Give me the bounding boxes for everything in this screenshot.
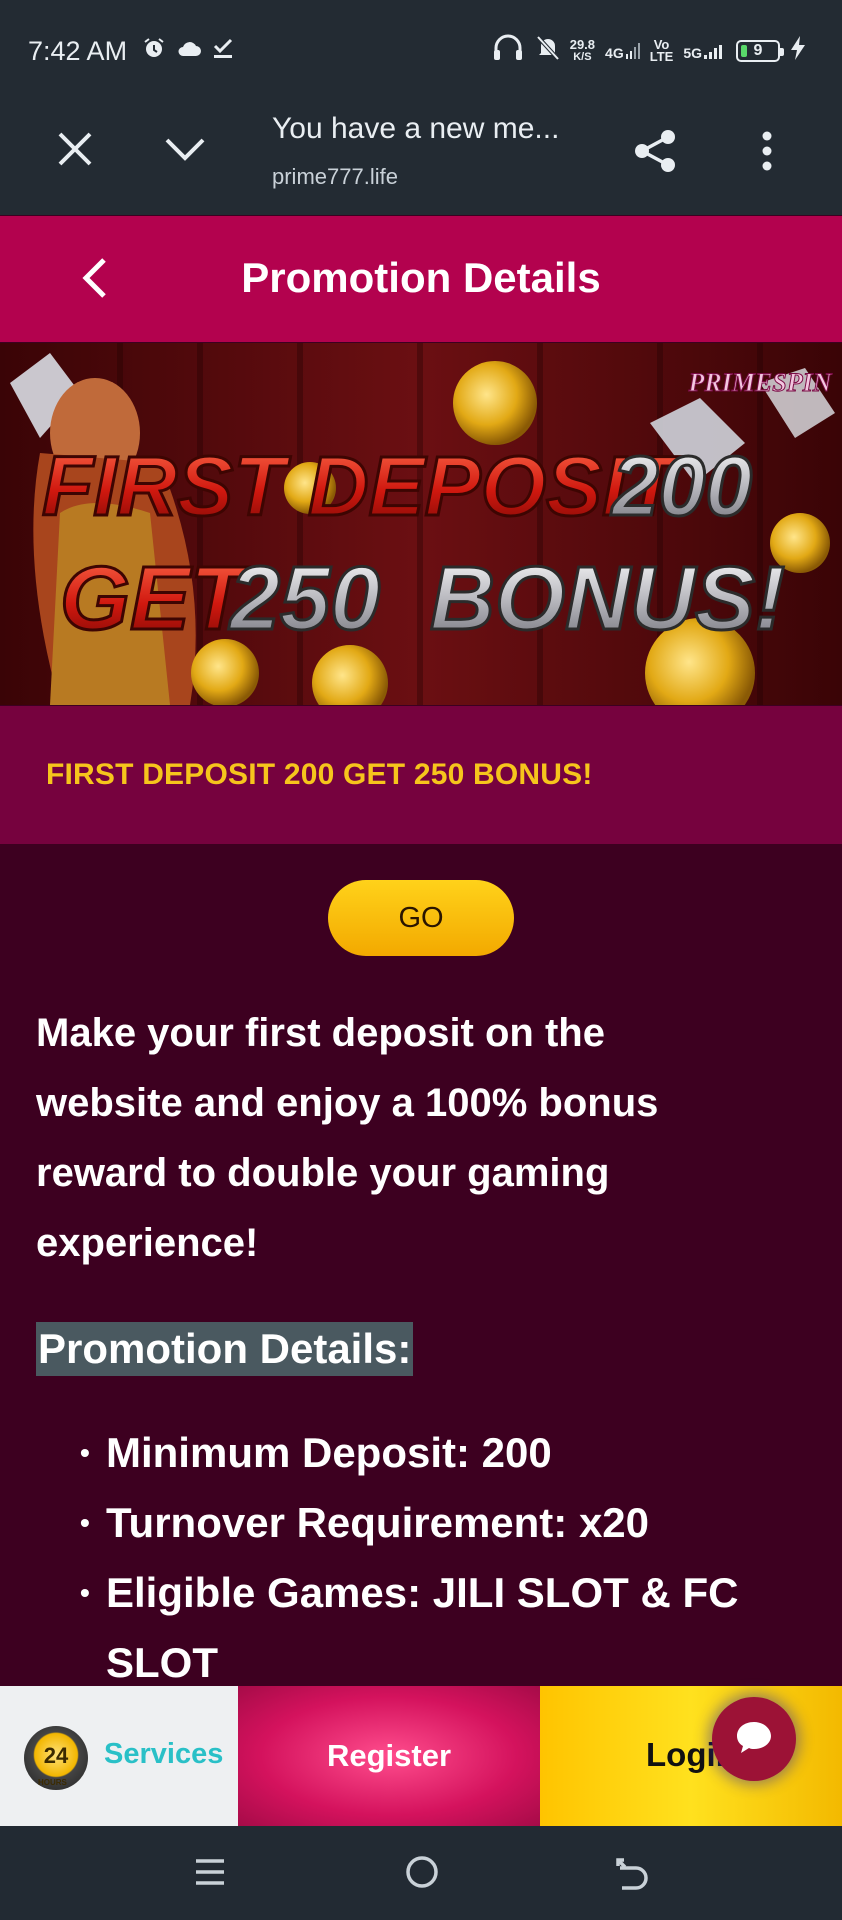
page-url: prime777.life: [272, 164, 398, 189]
page-header: Promotion Details: [0, 216, 842, 342]
network-5g-label: 5G: [683, 44, 702, 61]
banner-artwork: PRIMESPIN FIRST DEPOSIT 200 GET 250 BONU…: [0, 343, 842, 705]
chevron-down-icon[interactable]: [164, 136, 206, 169]
home-icon[interactable]: [404, 1854, 440, 1895]
details-list: Minimum Deposit: 200 Turnover Requiremen…: [80, 1418, 800, 1698]
system-nav-bar: [0, 1826, 842, 1920]
headphones-icon: [492, 34, 526, 67]
promo-headline: FIRST DEPOSIT 200 GET 250 BONUS!: [46, 758, 593, 791]
charging-icon: [790, 36, 806, 65]
promo-content: GO Make your first deposit on the websit…: [0, 844, 842, 1686]
network-speed: 29.8 K/S: [569, 36, 596, 63]
close-icon[interactable]: [56, 130, 94, 173]
promo-intro: Make your first deposit on the website a…: [36, 1011, 659, 1265]
network-4g-label: 4G: [605, 44, 624, 61]
volte-indicator: Vo LTE: [649, 38, 674, 64]
chat-bubble-icon: [734, 1719, 774, 1760]
signal-4g: 4G: [605, 42, 640, 61]
more-vert-icon[interactable]: [760, 130, 774, 177]
chat-button[interactable]: [712, 1697, 796, 1781]
go-button[interactable]: GO: [328, 880, 514, 956]
status-time: 7:42 AM: [28, 36, 128, 66]
battery-level: 9: [753, 41, 763, 59]
services-badge-number: 24: [43, 1743, 69, 1768]
download-done-icon: [212, 37, 234, 64]
register-button[interactable]: Register: [238, 1686, 540, 1826]
promo-headline-strip: FIRST DEPOSIT 200 GET 250 BONUS!: [0, 706, 842, 844]
status-icons-right: 29.8 K/S 4G Vo LTE 5G 9: [492, 34, 806, 67]
banner-line2-number: 250: [228, 549, 380, 649]
login-button[interactable]: Login: [540, 1686, 842, 1826]
banner-line2-tail: BONUS!: [430, 549, 785, 649]
banner-brand: PRIMESPIN: [687, 368, 832, 397]
battery-icon: 9: [736, 39, 784, 62]
details-item-min-deposit: Minimum Deposit: 200: [80, 1418, 800, 1488]
details-heading: Promotion Details:: [36, 1322, 414, 1376]
back-nav-icon[interactable]: [614, 1856, 650, 1895]
alarm-icon: [142, 36, 166, 65]
share-icon[interactable]: [632, 128, 678, 179]
page-title: Promotion Details: [241, 254, 601, 301]
promo-banner: PRIMESPIN FIRST DEPOSIT 200 GET 250 BONU…: [0, 343, 842, 705]
banner-line1-number: 200: [610, 439, 752, 533]
banner-line2-text: GET: [60, 549, 252, 649]
cloud-icon: [176, 38, 202, 63]
banner-line1-text: FIRST DEPOSIT: [42, 439, 683, 533]
services-label: Services: [104, 1738, 224, 1770]
speed-value: 29.8: [569, 36, 596, 52]
mute-icon: [536, 35, 560, 66]
status-icons-left: [142, 36, 234, 65]
browser-chrome: 7:42 AM 29.8 K/S 4G Vo LTE 5G 9 You have…: [0, 0, 842, 215]
signal-5g: 5G: [683, 43, 726, 61]
volte-bottom: LTE: [649, 48, 674, 64]
services-badge-sub: HOURS: [38, 1778, 67, 1787]
details-item-eligible-games: Eligible Games: JILI SLOT & FC SLOT: [80, 1558, 800, 1698]
services-button[interactable]: 24 HOURS Services: [0, 1686, 238, 1826]
tab-title: You have a new me...: [272, 112, 560, 145]
speed-unit: K/S: [573, 50, 592, 63]
details-item-turnover: Turnover Requirement: x20: [80, 1488, 800, 1558]
recents-icon[interactable]: [194, 1856, 226, 1893]
